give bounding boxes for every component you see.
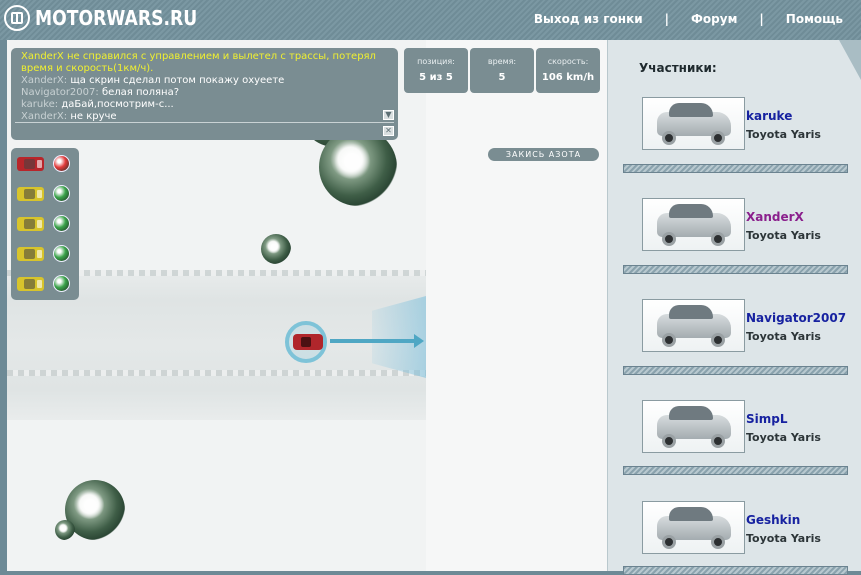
stat-time: время: 5	[470, 48, 534, 93]
snowy-tree	[55, 520, 75, 540]
participant-card: karuke Toyota Yaris	[642, 97, 852, 153]
status-light-icon	[53, 245, 70, 262]
stat-position-value: 5 из 5	[419, 72, 453, 83]
racer-status-row	[15, 213, 75, 233]
participant-name[interactable]: XanderX	[746, 210, 804, 224]
nitro-button[interactable]: ЗАКИСЬ АЗОТА	[488, 148, 599, 161]
logo-text: MOTORWARS.RU	[35, 6, 198, 30]
stat-time-value: 5	[498, 72, 506, 83]
car-thumbnail[interactable]	[642, 97, 745, 150]
car-thumbnail[interactable]	[642, 501, 745, 554]
nav-forum-link[interactable]: Форум	[691, 12, 737, 26]
racer-car-icon	[17, 157, 44, 171]
participant-car: Toyota Yaris	[746, 229, 821, 242]
stat-position: позиция: 5 из 5	[404, 48, 468, 93]
participant-divider	[623, 265, 848, 274]
nav-separator: |	[664, 12, 670, 26]
top-nav: Выход из гонки | Форум | Помощь	[534, 12, 843, 26]
status-light-icon	[53, 185, 70, 202]
participant-car: Toyota Yaris	[746, 532, 821, 545]
stat-time-label: время:	[487, 57, 517, 66]
logo-icon	[4, 5, 30, 31]
stat-speed: скорость: 106 km/h	[536, 48, 600, 93]
racer-status-row	[15, 153, 75, 173]
participant-car: Toyota Yaris	[746, 431, 821, 444]
status-light-icon	[53, 275, 70, 292]
participant-card: XanderX Toyota Yaris	[642, 198, 852, 254]
stat-position-label: позиция:	[417, 57, 455, 66]
status-light-icon	[53, 155, 70, 172]
stat-speed-value: 106 km/h	[541, 72, 595, 83]
participants-title: Участники:	[639, 61, 717, 75]
participant-name[interactable]: karuke	[746, 109, 792, 123]
nav-separator: |	[759, 12, 764, 26]
participant-divider	[623, 366, 848, 375]
racer-status-row	[15, 183, 75, 203]
status-light-icon	[53, 215, 70, 232]
racer-status-row	[15, 273, 75, 293]
participant-name[interactable]: Geshkin	[746, 513, 800, 527]
car-thumbnail[interactable]	[642, 198, 745, 251]
participant-card: Navigator2007 Toyota Yaris	[642, 299, 852, 355]
sidebar-corner	[839, 40, 861, 80]
chat-close-icon[interactable]: ✕	[383, 126, 394, 136]
participant-car: Toyota Yaris	[746, 330, 821, 343]
racers-status-panel	[11, 148, 79, 300]
chat-scroll-down-icon[interactable]: ▼	[383, 110, 394, 120]
site-header: MOTORWARS.RU Выход из гонки | Форум | По…	[0, 0, 861, 40]
stat-speed-label: скорость:	[547, 57, 589, 66]
site-logo[interactable]: MOTORWARS.RU	[4, 5, 224, 31]
chat-divider	[15, 122, 394, 123]
participant-divider	[623, 164, 848, 173]
snowy-tree	[261, 234, 291, 264]
direction-arrow-icon	[330, 334, 424, 348]
nav-leave-race-link[interactable]: Выход из гонки	[534, 12, 643, 26]
participant-car: Toyota Yaris	[746, 128, 821, 141]
car-thumbnail[interactable]	[642, 299, 745, 352]
racer-car-icon	[17, 217, 44, 231]
chat-message: XanderX: ща скрин сделал потом покажу ох…	[21, 75, 285, 86]
car-thumbnail[interactable]	[642, 400, 745, 453]
game-margin	[426, 40, 607, 571]
participant-name[interactable]: Navigator2007	[746, 311, 846, 325]
racer-status-row	[15, 243, 75, 263]
chat-system-message: XanderX не справился с управлением и выл…	[21, 51, 376, 74]
player-car	[293, 334, 323, 350]
racer-car-icon	[17, 187, 44, 201]
participant-card: SimpL Toyota Yaris	[642, 400, 852, 456]
participant-divider	[623, 466, 848, 475]
racer-car-icon	[17, 277, 44, 291]
chat-message: Navigator2007: белая поляна?	[21, 87, 180, 98]
participant-card: Geshkin Toyota Yaris	[642, 501, 852, 557]
chat-panel: XanderX не справился с управлением и выл…	[11, 48, 398, 140]
participants-sidebar: Участники: karuke Toyota Yaris XanderX T…	[607, 40, 861, 575]
nav-help-link[interactable]: Помощь	[786, 12, 843, 26]
racer-car-icon	[17, 247, 44, 261]
chat-message: karuke: даБай,посмотрим-с...	[21, 99, 174, 110]
participant-name[interactable]: SimpL	[746, 412, 788, 426]
